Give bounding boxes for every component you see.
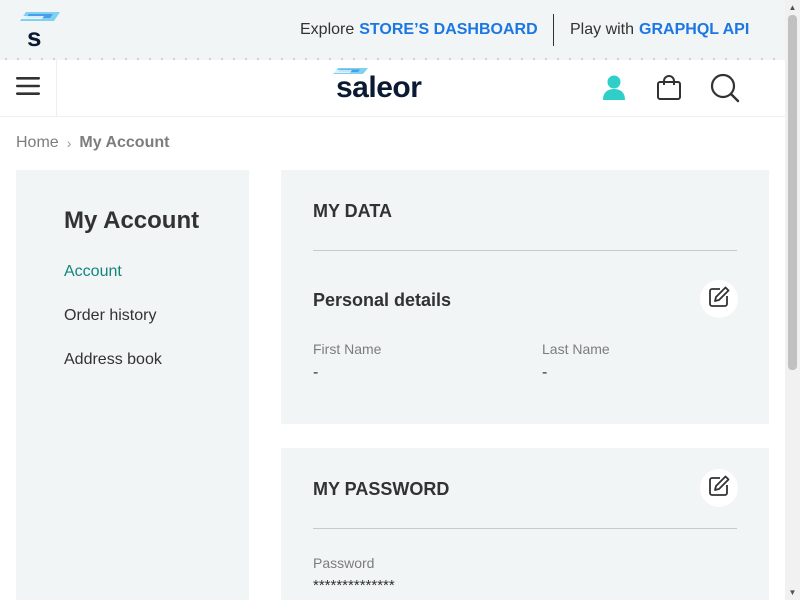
promo-divider <box>553 14 554 46</box>
scrollbar-thumb[interactable] <box>788 15 797 370</box>
breadcrumb-home[interactable]: Home <box>16 134 59 152</box>
saleor-s-logo-icon[interactable]: s <box>20 10 62 52</box>
svg-text:s: s <box>27 22 41 50</box>
edit-password-button[interactable] <box>700 469 738 507</box>
menu-button[interactable] <box>0 60 57 116</box>
user-icon[interactable] <box>598 72 630 104</box>
edit-personal-details-button[interactable] <box>700 280 738 318</box>
my-password-title: MY PASSWORD <box>313 479 450 499</box>
edit-icon <box>708 475 730 502</box>
divider <box>313 250 737 251</box>
logo-text: saleor <box>336 71 422 104</box>
scroll-down-arrow-icon[interactable]: ▼ <box>785 585 800 600</box>
search-icon[interactable] <box>709 72 741 104</box>
hamburger-menu-icon <box>16 76 40 100</box>
main-header: saleor <box>0 60 785 117</box>
page-scrollbar[interactable]: ▲ ▼ <box>785 0 800 600</box>
saleor-logo[interactable]: saleor <box>330 66 428 106</box>
sidebar-item-order-history[interactable]: Order history <box>64 307 156 325</box>
last-name-value: - <box>542 364 548 381</box>
my-password-card: MY PASSWORD Password ************** <box>281 448 769 600</box>
graphql-api-link[interactable]: Play with GRAPHQL API <box>570 0 749 60</box>
scroll-up-arrow-icon[interactable]: ▲ <box>785 0 800 15</box>
first-name-value: - <box>313 364 319 381</box>
dashboard-link-text[interactable]: STORE’S DASHBOARD <box>359 21 537 39</box>
breadcrumb-current: My Account <box>79 134 170 151</box>
graphql-link-text[interactable]: GRAPHQL API <box>639 21 749 39</box>
my-data-title: MY DATA <box>313 201 392 221</box>
play-text: Play with <box>570 21 635 38</box>
top-promo-bar: s Explore STORE’S DASHBOARD Play with GR… <box>0 0 785 60</box>
shopping-bag-icon[interactable] <box>653 72 685 104</box>
breadcrumb: Home › My Account <box>16 134 169 152</box>
explore-dashboard-link[interactable]: Explore STORE’S DASHBOARD <box>300 0 538 60</box>
breadcrumb-separator: › <box>66 135 72 151</box>
personal-details-title: Personal details <box>313 290 452 310</box>
my-data-card: MY DATA Personal details First Name - La… <box>281 170 769 424</box>
sidebar-title: My Account <box>64 207 200 234</box>
first-name-label: First Name <box>313 341 382 357</box>
explore-text: Explore <box>300 21 355 38</box>
account-sidebar: My Account Account Order history Address… <box>16 170 249 600</box>
password-value: ************** <box>313 577 395 594</box>
sidebar-item-address-book[interactable]: Address book <box>64 351 162 369</box>
sidebar-item-account[interactable]: Account <box>64 263 122 281</box>
divider <box>313 528 737 529</box>
last-name-label: Last Name <box>542 341 610 357</box>
password-label: Password <box>313 555 375 571</box>
edit-icon <box>708 286 730 313</box>
